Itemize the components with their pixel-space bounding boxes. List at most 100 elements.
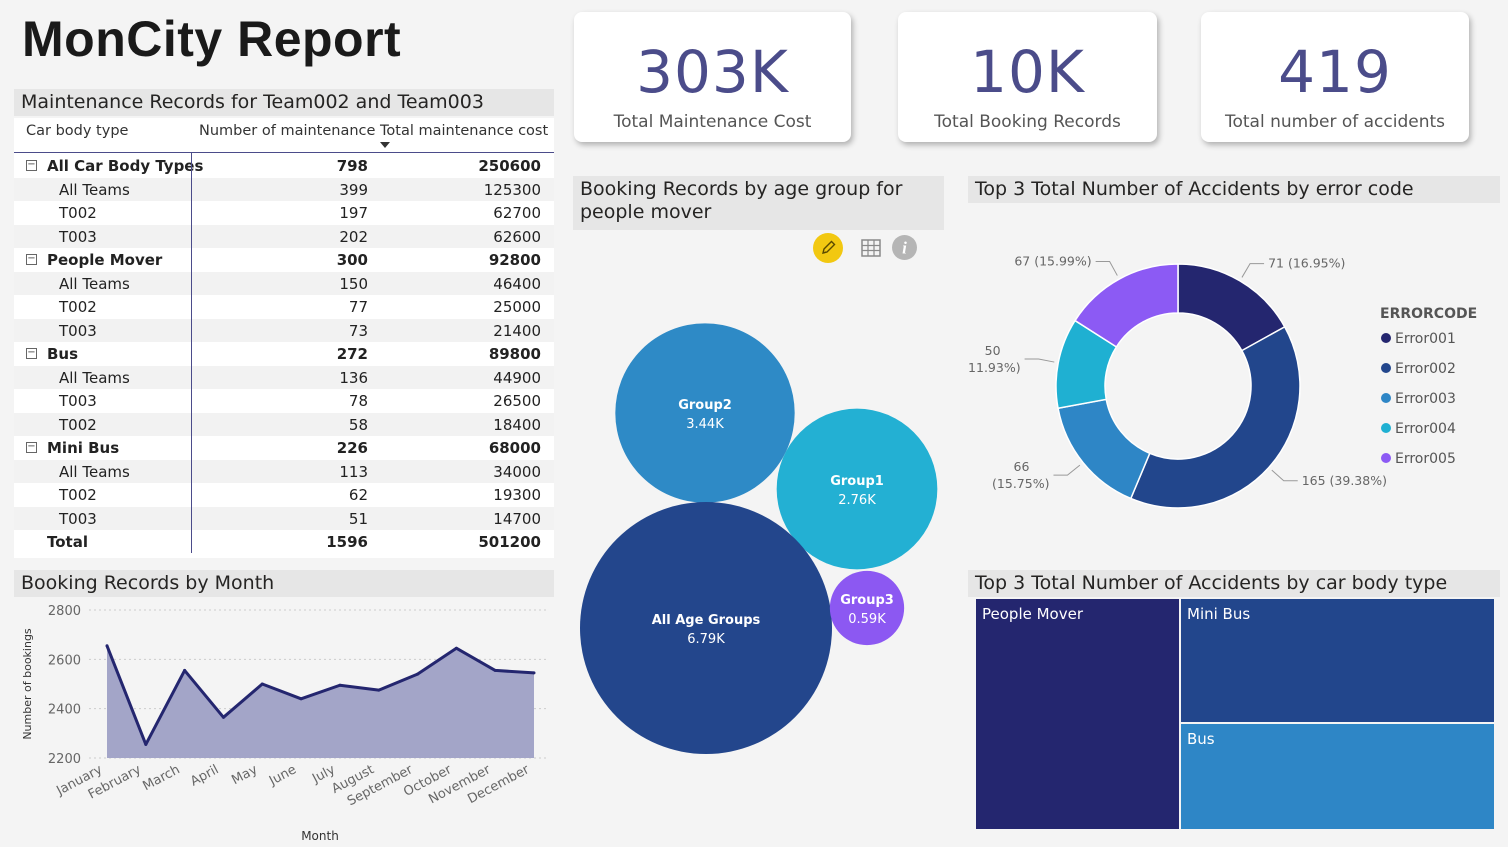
row-count: 78 [348,392,368,410]
legend-marker[interactable] [1381,423,1391,433]
column-header-car-body-type[interactable]: Car body type [26,123,128,139]
bubble-all-age-groups[interactable] [580,502,832,754]
legend-item[interactable]: Error005 [1395,451,1456,467]
bubble-name-label: All Age Groups [652,613,761,628]
matrix-row[interactable]: All Teams 399 125300 [14,177,554,201]
donut-leader-line [1095,261,1118,276]
legend-marker[interactable] [1381,453,1391,463]
row-label: People Mover [47,251,163,269]
bubble-value-label: 0.59K [848,612,886,627]
data-point[interactable] [532,671,536,675]
bubble-value-label: 2.76K [838,493,876,508]
bubble-value-label: 3.44K [686,417,724,432]
legend-marker[interactable] [1381,393,1391,403]
y-tick-label: 2600 [48,653,81,668]
bubble-panel-title: Booking Records by age group for people … [573,176,944,230]
row-count: 150 [339,274,368,293]
row-count: 136 [339,368,368,387]
y-axis-title: Number of bookings [21,628,34,740]
matrix-group-row[interactable]: − All Car Body Types 798 250600 [14,154,554,178]
donut-data-label: 50 (11.93%) [968,343,1021,375]
legend-marker[interactable] [1381,363,1391,373]
treemap-tile-mini-bus[interactable]: Mini Bus [1181,599,1494,722]
matrix-row[interactable]: T003 51 14700 [14,506,554,530]
data-point[interactable] [183,668,187,672]
collapse-icon[interactable]: − [26,348,37,359]
error-code-donut-chart[interactable]: 71 (16.95%) 165 (39.38%) 66 (15.75%) 50 (11.9… [968,210,1500,555]
matrix-row[interactable]: T003 202 62600 [14,224,554,248]
kpi-value: 303K [636,38,789,106]
row-cost: 46400 [493,274,541,293]
donut-data-label: 71 (16.95%) [1268,256,1345,271]
data-point[interactable] [377,688,381,692]
data-point[interactable] [299,697,303,701]
row-cost: 18400 [493,415,541,434]
treemap-tile-bus[interactable]: Bus [1181,724,1494,829]
row-count: 272 [336,345,368,363]
collapse-icon[interactable]: − [26,160,37,171]
legend-item[interactable]: Error001 [1395,331,1456,347]
matrix-row[interactable]: T003 78 26500 [14,389,554,413]
data-point[interactable] [454,646,458,650]
row-label: Bus [47,345,79,363]
row-count: 77 [348,298,368,316]
legend-item[interactable]: Error003 [1395,391,1456,407]
collapse-icon[interactable]: − [26,442,37,453]
collapse-icon[interactable]: − [26,254,37,265]
donut-leader-line [1271,469,1298,482]
matrix-row[interactable]: T002 77 25000 [14,295,554,319]
row-label: All Teams [59,462,130,481]
matrix-row[interactable]: T002 62 19300 [14,483,554,507]
x-tick-label: April [188,762,221,789]
donut-slice-error003[interactable] [1057,398,1151,500]
x-tick-label: March [140,762,182,794]
matrix-row[interactable]: All Teams 150 46400 [14,271,554,295]
x-axis-title: Month [301,829,339,843]
matrix-row[interactable]: T002 197 62700 [14,201,554,225]
legend-item[interactable]: Error002 [1395,361,1456,377]
data-point[interactable] [221,715,225,719]
data-point[interactable] [338,683,342,687]
data-point[interactable] [105,644,109,648]
bubble-name-label: Group1 [830,474,884,489]
treemap-tile-people-mover[interactable]: People Mover [976,599,1179,829]
row-cost: 34000 [493,462,541,481]
data-point[interactable] [144,742,148,746]
bubble-group2[interactable] [615,323,795,503]
kpi-card-booking-records[interactable]: 10K Total Booking Records [898,12,1157,142]
legend-item[interactable]: Error004 [1395,421,1456,437]
matrix-row[interactable]: All Teams 136 44900 [14,365,554,389]
kpi-value: 419 [1278,38,1392,106]
bubble-group3[interactable] [829,570,905,646]
maintenance-matrix[interactable]: Car body type Number of maintenance Tota… [14,118,554,558]
row-count: 197 [339,204,368,222]
kpi-value: 10K [970,38,1085,106]
data-point[interactable] [493,668,497,672]
column-header-number-of-maintenance[interactable]: Number of maintenance [199,123,375,139]
kpi-card-maintenance-cost[interactable]: 303K Total Maintenance Cost [574,12,851,142]
row-count: 73 [348,321,368,340]
data-point[interactable] [416,672,420,676]
donut-data-label: 165 (39.38%) [1302,473,1387,488]
treemap-panel-title: Top 3 Total Number of Accidents by car b… [968,570,1500,597]
column-header-total-maintenance-cost[interactable]: Total maintenance cost [380,123,548,139]
matrix-row[interactable]: T003 73 21400 [14,318,554,342]
matrix-group-row[interactable]: − Mini Bus 226 68000 [14,436,554,460]
booking-by-month-chart[interactable]: 2200240026002800JanuaryFebruaryMarch Apri… [14,598,554,847]
donut-slice-error002[interactable] [1129,325,1301,509]
matrix-group-row[interactable]: − Bus 272 89800 [14,342,554,366]
data-point[interactable] [260,682,264,686]
row-cost: 26500 [493,392,541,410]
row-label: T002 [59,415,97,434]
row-cost: 44900 [493,368,541,387]
y-tick-label: 2400 [48,703,81,718]
matrix-group-row[interactable]: − People Mover 300 92800 [14,248,554,272]
matrix-row[interactable]: All Teams 113 34000 [14,459,554,483]
car-body-treemap[interactable]: People Mover Mini Bus Bus [976,599,1494,829]
age-group-bubble-chart[interactable]: Group2 3.44K Group1 2.76K All Age Groups 6.79… [573,230,945,790]
row-cost: 21400 [493,321,541,340]
legend-marker[interactable] [1381,333,1391,343]
matrix-row[interactable]: T002 58 18400 [14,412,554,436]
sort-descending-icon[interactable] [380,142,390,148]
kpi-card-accidents[interactable]: 419 Total number of accidents [1201,12,1469,142]
